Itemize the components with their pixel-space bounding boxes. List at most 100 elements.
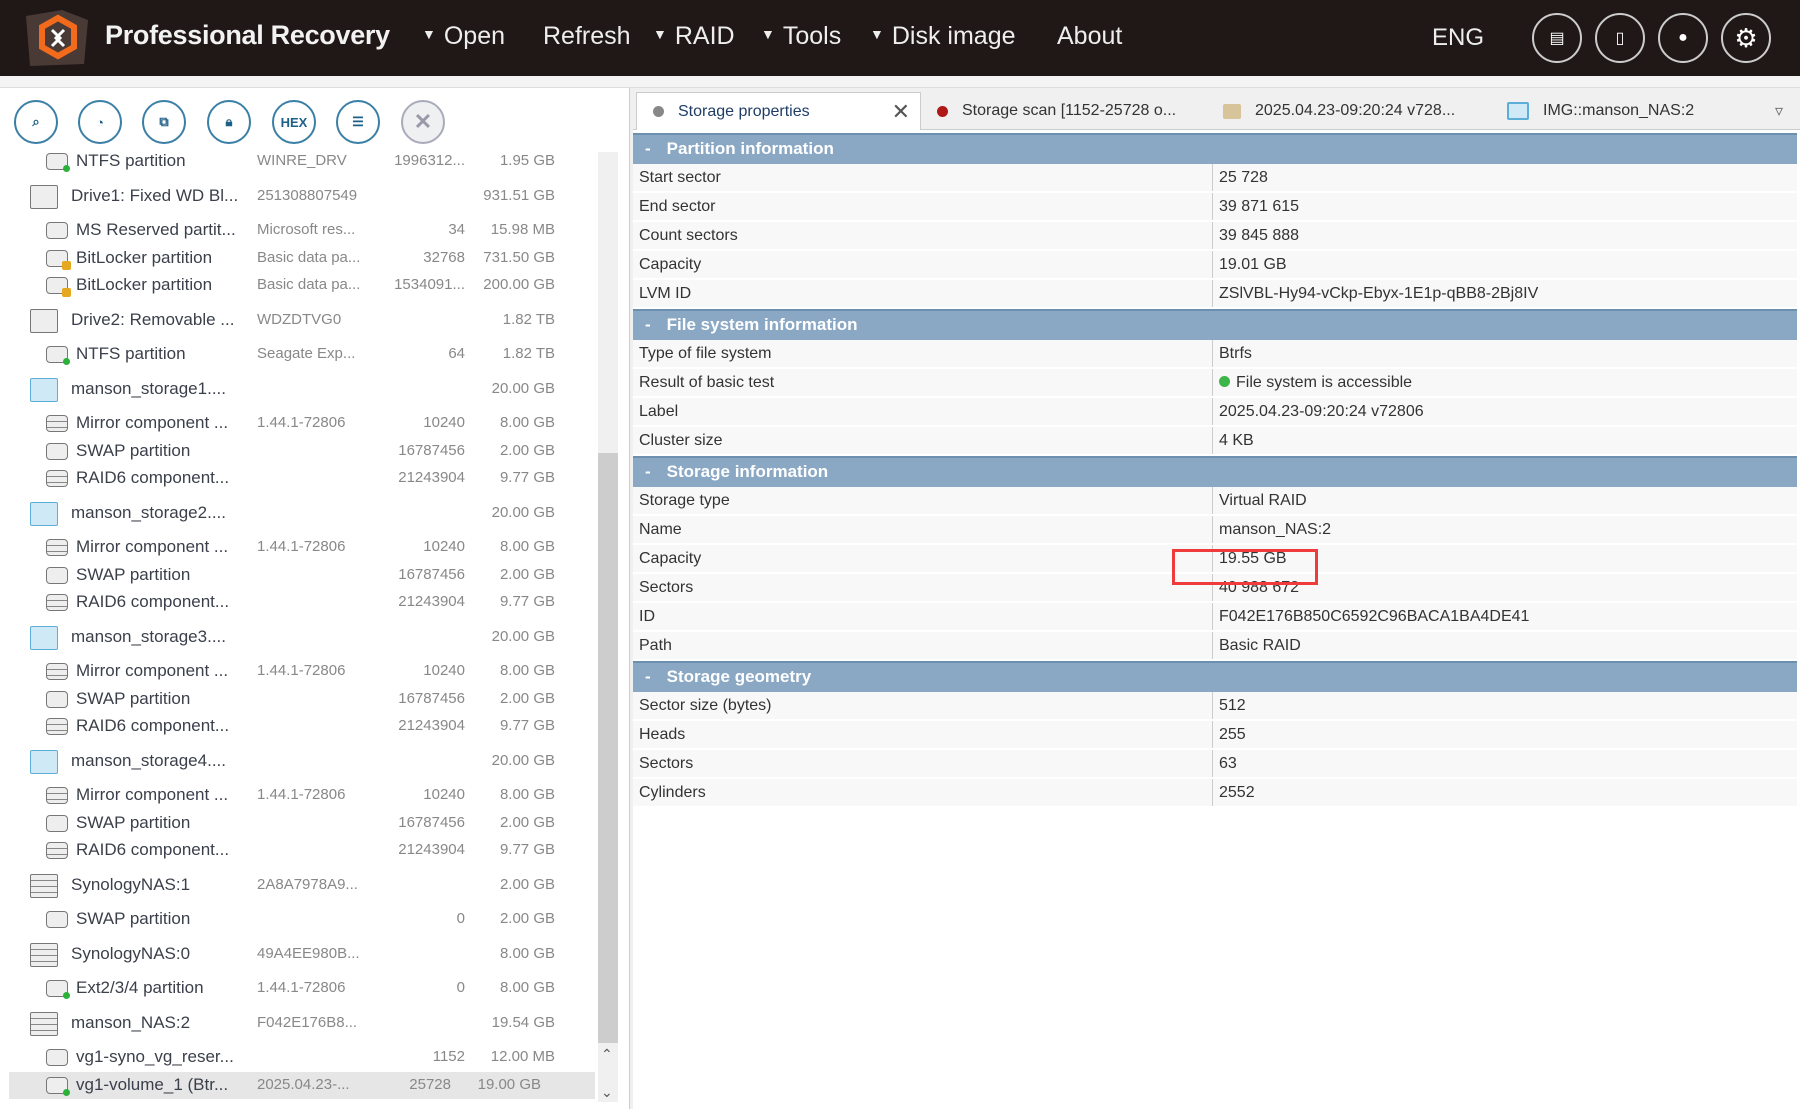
property-value-text: Basic RAID [1219,637,1301,654]
tree-item[interactable]: vg1-syno_vg_reser... 1152 12.00 MB [0,1044,600,1072]
search-button[interactable]: ⌕ [14,100,58,144]
disk-image-icon [30,625,58,650]
settings-button[interactable]: ⚙ [1721,13,1771,63]
language-selector[interactable]: ENG [1432,24,1484,52]
property-row: Cylinders 2552 [633,779,1797,808]
tree-item[interactable]: Drive2: Removable ... WDZDTVG0 1.82 TB [0,307,600,335]
item-name: BitLocker partition [76,247,213,267]
property-value: F042E176B850C6592C96BACA1BA4DE41 [1213,603,1535,630]
section-header[interactable]: - Storage information [633,456,1797,487]
tree-item[interactable]: manson_storage2.... 20.00 GB [0,500,600,528]
hex-button[interactable]: HEX [272,100,316,144]
menu-refresh[interactable]: Refresh [543,22,631,51]
tree-item[interactable]: Ext2/3/4 partition 1.44.1-72806 0 8.00 GB [0,975,600,1003]
property-value: 2025.04.23-09:20:24 v72806 [1213,398,1430,425]
property-value: 25 728 [1213,164,1274,191]
tree-item[interactable]: BitLocker partition Basic data pa... 32768… [0,245,600,273]
item-name: RAID6 component... [76,592,230,611]
section-header[interactable]: - Partition information [633,133,1797,164]
tree-item[interactable]: NTFS partition WINRE_DRV 1996312... 1.95 GB [0,148,600,176]
collapse-icon[interactable]: - [645,667,651,686]
tree-item[interactable]: Mirror component ... 1.44.1-72806 10240 8.0… [0,410,600,438]
menu-label: RAID [674,22,735,50]
tree-item[interactable]: manson_storage4.... 20.00 GB [0,748,600,776]
property-value-text: ZSlVBL-Hy94-vCkp-Ebyx-1E1p-qBB8-2Bj8IV [1219,285,1539,302]
tree-item[interactable]: Mirror component ... 1.44.1-72806 10240 8.0… [0,782,600,810]
panel-toggle-button[interactable]: ▯ [1595,13,1645,63]
log-button[interactable]: ▤ [1532,13,1582,63]
panel-icon: ▯ [1615,30,1625,47]
menu-raid[interactable]: ▼ RAID [653,22,735,51]
section-header[interactable]: - Storage geometry [633,661,1797,692]
raid-component-icon [46,470,68,487]
tree-item[interactable]: SynologyNAS:0 49A4EE980B... 8.00 GB [0,941,600,969]
tree-item[interactable]: MS Reserved partit... Microsoft res... 34 1… [0,217,600,245]
scroll-up-icon[interactable]: ⌃ [601,1046,613,1063]
app-logo-icon [26,10,88,66]
tree-item[interactable]: manson_storage1.... 20.00 GB [0,376,600,404]
tree-item[interactable]: manson_NAS:2 F042E176B8... 19.54 GB [0,1010,600,1038]
tree-item[interactable]: Mirror component ... 1.44.1-72806 10240 8.0… [0,658,600,686]
tab-label: 2025.04.23-09:20:24 v728... [1255,102,1456,119]
scan-button[interactable]: ◔ [78,100,122,144]
item-name: Mirror component ... [76,537,229,556]
collapse-icon[interactable]: - [645,139,651,158]
tree-item[interactable]: SWAP partition 16787456 2.00 GB [0,562,600,590]
tree-item[interactable]: SWAP partition 16787456 2.00 GB [0,438,600,466]
menu-label: Open [443,22,506,50]
unlock-button[interactable]: 🔒︎ [207,100,251,144]
tab-storage-properties[interactable]: Storage properties ✕ [636,92,921,130]
tab-list-button[interactable]: ▿ [1775,92,1783,130]
item-start: 16787456 [398,689,465,707]
tree-item[interactable]: RAID6 component... 21243904 9.77 GB [0,465,600,493]
partition-icon [46,1049,68,1066]
tab-label: IMG::manson_NAS:2 [1543,102,1695,119]
item-name: manson_storage3.... [71,626,226,646]
menu-tools[interactable]: ▼ Tools [761,22,841,51]
item-label: 1.44.1-72806 [257,538,346,555]
property-name: Heads [633,721,1213,748]
section-title: Partition information [666,139,834,158]
collapse-icon[interactable]: - [645,462,651,481]
tree-item[interactable]: RAID6 component... 21243904 9.77 GB [0,589,600,617]
tab-filesystem[interactable]: 2025.04.23-09:20:24 v728... [1223,92,1455,130]
tree-item[interactable]: SynologyNAS:1 2A8A7978A9... 2.00 GB [0,872,600,900]
tab-image[interactable]: IMG::manson_NAS:2 [1507,92,1694,130]
tree-item[interactable]: SWAP partition 0 2.00 GB [0,906,600,934]
item-size: 8.00 GB [499,538,555,555]
item-start: 10240 [423,414,465,431]
scrollbar-thumb[interactable] [598,453,618,1043]
collapse-icon[interactable]: - [645,315,651,334]
scroll-down-icon[interactable]: ⌄ [601,1084,613,1101]
item-name: manson_storage1.... [71,378,226,398]
log-window-icon: ▤ [1549,30,1565,47]
tree-item[interactable]: RAID6 component... 21243904 9.77 GB [0,713,600,741]
item-name: MS Reserved partit... [76,220,236,239]
property-name: Sectors [633,574,1213,601]
tree-item[interactable]: vg1-volume_1 (Btr... 2025.04.23-... 25728 1… [9,1071,595,1099]
account-button[interactable]: ● [1658,13,1708,63]
dropdown-arrow-icon: ▼ [422,26,436,42]
tree-item[interactable]: SWAP partition 16787456 2.00 GB [0,686,600,714]
close-device-button[interactable]: ✕ [401,100,445,144]
tab-storage-scan[interactable]: Storage scan [1152-25728 o... [937,92,1176,130]
menu-label: About [1057,22,1123,50]
item-name: NTFS partition [76,151,186,170]
tree-item[interactable]: manson_storage3.... 20.00 GB [0,624,600,652]
close-tab-icon[interactable]: ✕ [892,99,910,125]
list-button[interactable]: ☰ [336,100,380,144]
section-header[interactable]: - File system information [633,309,1797,340]
item-name: vg1-syno_vg_reser... [76,1047,234,1066]
tree-item[interactable]: Mirror component ... 1.44.1-72806 10240 8.0… [0,534,600,562]
tree-item[interactable]: BitLocker partition Basic data pa... 15340… [0,272,600,300]
item-name: SynologyNAS:0 [71,943,191,963]
image-button[interactable]: ⧉ [142,100,186,144]
tree-item[interactable]: SWAP partition 16787456 2.00 GB [0,810,600,838]
menu-about[interactable]: About [1057,22,1122,51]
tree-item[interactable]: NTFS partition Seagate Exp... 64 1.82 TB [0,341,600,369]
locked-partition-icon [46,249,71,270]
tree-item[interactable]: Drive1: Fixed WD Bl... 251308807549 931.51… [0,183,600,211]
tree-item[interactable]: RAID6 component... 21243904 9.77 GB [0,837,600,865]
menu-open[interactable]: ▼ Open [422,22,505,51]
menu-disk-image[interactable]: ▼ Disk image [870,22,1016,51]
